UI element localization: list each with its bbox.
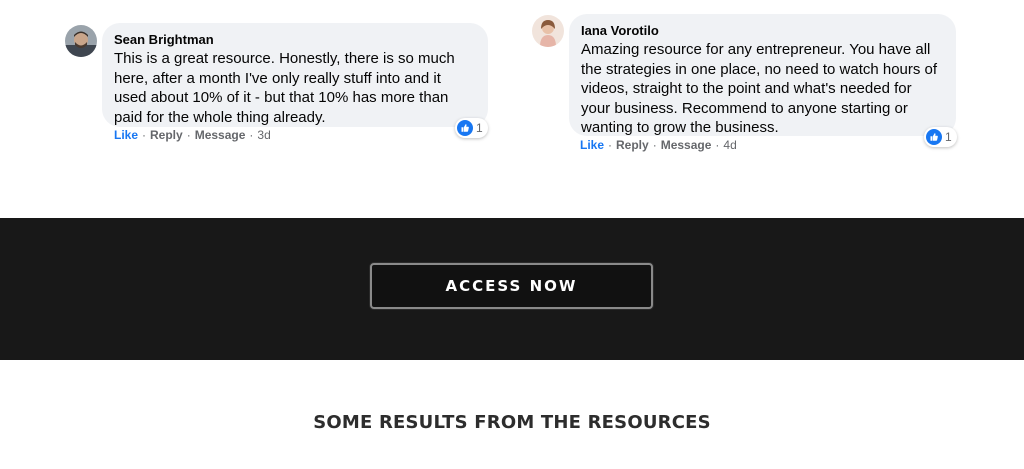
avatar[interactable] xyxy=(65,25,97,57)
thumbs-up-icon xyxy=(926,129,942,145)
thumbs-up-icon xyxy=(457,120,473,136)
comment-author[interactable]: Sean Brightman xyxy=(114,31,476,49)
reaction-count: 1 xyxy=(476,121,483,135)
reply-link[interactable]: Reply xyxy=(150,128,183,142)
section-title: SOME RESULTS FROM THE RESOURCES xyxy=(313,412,711,433)
comment-text: Amazing resource for any entrepreneur. Y… xyxy=(581,41,938,136)
comment-actions: Like · Reply · Message · 3d xyxy=(114,128,271,142)
message-link[interactable]: Message xyxy=(661,138,712,152)
access-now-button[interactable]: ACCESS NOW xyxy=(370,263,653,309)
comment-time[interactable]: 4d xyxy=(723,138,736,152)
comment-actions: Like · Reply · Message · 4d xyxy=(580,138,737,152)
comment-time[interactable]: 3d xyxy=(257,128,270,142)
comment-bubble: Sean Brightman This is a great resource.… xyxy=(102,23,488,127)
like-link[interactable]: Like xyxy=(580,138,604,152)
reaction-count: 1 xyxy=(945,130,952,144)
comment-author[interactable]: Iana Vorotilo xyxy=(581,22,944,40)
reply-link[interactable]: Reply xyxy=(616,138,649,152)
avatar[interactable] xyxy=(532,15,564,47)
comment-text: This is a great resource. Honestly, ther… xyxy=(114,50,455,126)
comment-bubble: Iana Vorotilo Amazing resource for any e… xyxy=(569,14,956,136)
like-link[interactable]: Like xyxy=(114,128,138,142)
reaction-badge[interactable]: 1 xyxy=(924,127,957,147)
message-link[interactable]: Message xyxy=(195,128,246,142)
reaction-badge[interactable]: 1 xyxy=(455,118,488,138)
